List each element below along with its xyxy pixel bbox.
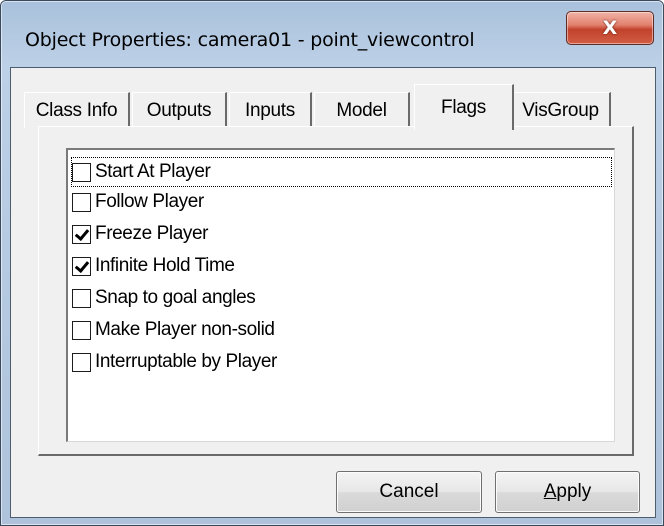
tab-outputs[interactable]: Outputs bbox=[132, 92, 227, 128]
tab-label: Class Info bbox=[35, 99, 118, 121]
checkbox[interactable] bbox=[72, 192, 91, 212]
flag-interruptable-by-player[interactable]: Interruptable by Player bbox=[72, 348, 277, 376]
apply-button[interactable]: Apply bbox=[495, 471, 640, 513]
tab-inputs[interactable]: Inputs bbox=[229, 92, 312, 128]
tab-flags[interactable]: Flags bbox=[414, 84, 514, 130]
tab-label: Model bbox=[336, 99, 387, 121]
tab-label: Flags bbox=[441, 96, 486, 118]
flag-infinite-hold-time[interactable]: Infinite Hold Time bbox=[72, 252, 235, 280]
window-title: Object Properties: camera01 - point_view… bbox=[25, 29, 475, 51]
apply-button-label: Apply bbox=[544, 481, 592, 503]
checkbox[interactable] bbox=[72, 162, 91, 182]
flag-label: Make Player non-solid bbox=[95, 319, 275, 340]
flag-start-at-player[interactable]: Start At Player bbox=[71, 157, 612, 187]
flag-snap-to-goal-angles[interactable]: Snap to goal angles bbox=[72, 284, 256, 312]
tab-label: Inputs bbox=[245, 99, 295, 121]
close-icon: X bbox=[602, 17, 618, 39]
checkbox[interactable] bbox=[72, 288, 91, 308]
flag-label: Freeze Player bbox=[95, 223, 209, 244]
tab-strip: Class Info Outputs Inputs Model Flags Vi… bbox=[24, 84, 624, 130]
close-button[interactable]: X bbox=[566, 11, 654, 45]
checkbox-checked[interactable] bbox=[72, 256, 91, 276]
tab-class-info[interactable]: Class Info bbox=[24, 92, 130, 128]
flag-label: Infinite Hold Time bbox=[95, 255, 235, 276]
cancel-button[interactable]: Cancel bbox=[336, 471, 482, 513]
spawnflags-list[interactable]: Start At Player Follow Player Freeze Pla… bbox=[66, 148, 615, 442]
apply-label-rest: pply bbox=[556, 481, 592, 502]
flag-make-player-non-solid[interactable]: Make Player non-solid bbox=[72, 316, 275, 344]
tab-model[interactable]: Model bbox=[314, 92, 410, 128]
apply-mnemonic: A bbox=[543, 481, 557, 502]
tab-label: VisGroup bbox=[522, 99, 599, 121]
checkbox[interactable] bbox=[72, 352, 91, 372]
flag-freeze-player[interactable]: Freeze Player bbox=[72, 220, 208, 248]
checkbox[interactable] bbox=[72, 320, 91, 340]
tab-label: Outputs bbox=[146, 99, 212, 121]
flag-label: Snap to goal angles bbox=[95, 287, 256, 308]
flag-label: Interruptable by Player bbox=[95, 351, 277, 372]
flag-label: Start At Player bbox=[95, 161, 211, 182]
tab-visgroup[interactable]: VisGroup bbox=[511, 92, 611, 128]
flag-label: Follow Player bbox=[95, 191, 204, 212]
flag-follow-player[interactable]: Follow Player bbox=[72, 188, 204, 216]
checkbox-checked[interactable] bbox=[72, 224, 91, 244]
cancel-button-label: Cancel bbox=[379, 481, 439, 502]
